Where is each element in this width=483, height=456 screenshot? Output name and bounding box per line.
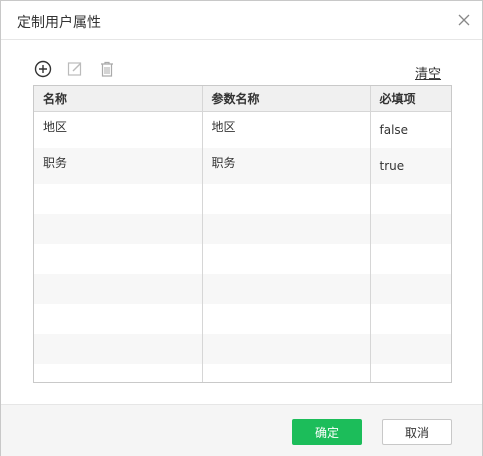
column-header-name[interactable]: 名称 [34,86,203,112]
cell-required [370,244,451,274]
custom-user-attributes-dialog: 定制用户属性 清空 名称 参数名称 必填项 地区 地区 false 职务 职务 … [0,0,483,456]
cell-name: 地区 [34,111,203,148]
column-header-param-name[interactable]: 参数名称 [202,86,371,112]
attributes-table: 名称 参数名称 必填项 地区 地区 false 职务 职务 true [33,85,452,383]
cell-name: 职务 [34,148,203,184]
column-header-required[interactable]: 必填项 [370,86,451,112]
cell-required [370,184,451,214]
close-icon[interactable] [456,12,472,28]
cell-required [370,304,451,334]
cell-required [370,364,451,382]
dialog-header: 定制用户属性 [1,1,482,40]
cell-required [370,274,451,304]
clear-link[interactable]: 清空 [415,63,441,82]
cell-name [34,184,203,214]
cell-param-name [202,274,371,304]
edit-icon[interactable] [65,59,85,79]
cell-param-name [202,244,371,274]
cell-param-name: 职务 [202,148,371,184]
cell-name [34,274,203,304]
cell-param-name [202,184,371,214]
trash-icon[interactable] [97,59,117,79]
table-row[interactable]: 职务 职务 true [34,148,451,184]
cell-param-name [202,214,371,244]
table-row [34,304,451,334]
cell-name [34,334,203,364]
cell-required: false [379,123,409,137]
cell-param-name [202,334,371,364]
table-row [34,274,451,304]
cell-param-name [202,364,371,382]
dialog-footer: 确定 取消 [1,404,482,456]
cell-name [34,214,203,244]
table-row [34,214,451,244]
table-row[interactable]: 地区 地区 false [34,111,451,148]
table-row [34,334,451,364]
add-circle-icon[interactable] [33,59,53,79]
cell-required [370,334,451,364]
table-row [34,184,451,214]
cell-required: true [370,148,451,184]
cell-param-name: 地区 [202,111,371,148]
dialog-title: 定制用户属性 [17,15,101,31]
table-row [34,364,451,382]
ok-button[interactable]: 确定 [292,419,362,445]
table-row [34,244,451,274]
table-header-row: 名称 参数名称 必填项 [34,86,451,112]
cell-name [34,304,203,334]
cell-required [370,214,451,244]
cell-param-name [202,304,371,334]
cancel-button[interactable]: 取消 [382,419,452,445]
cell-name [34,364,203,382]
cell-name [34,244,203,274]
